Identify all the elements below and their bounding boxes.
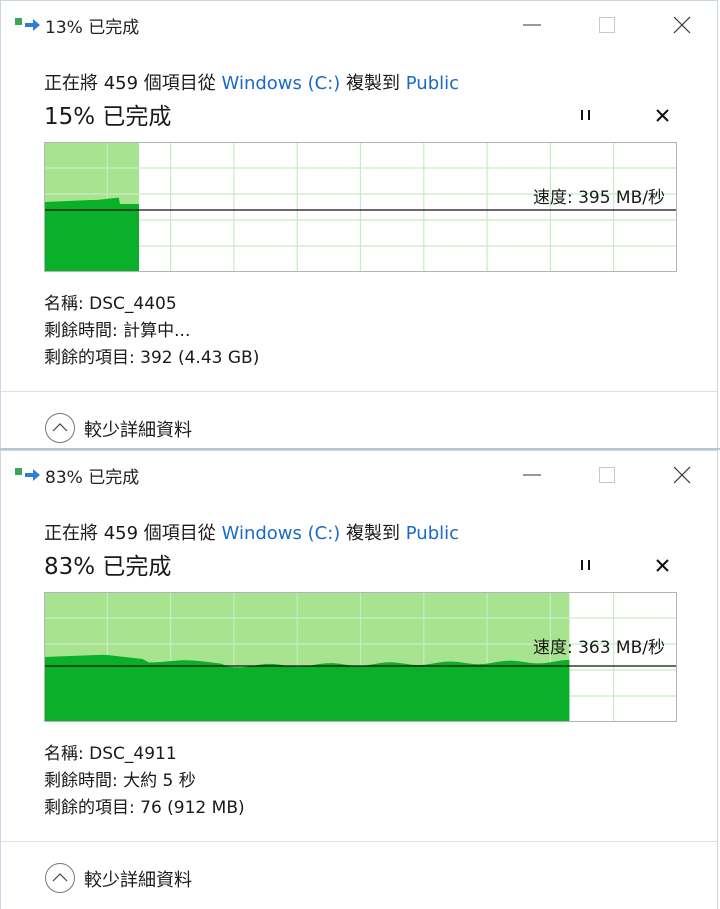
copy-dialog: 13% 已完成 正在將 459 個項目從 Windows (C:) 複製到 Pu… xyxy=(0,0,718,448)
window-title: 83% 已完成 xyxy=(45,468,140,488)
title-bar[interactable]: 13% 已完成 xyxy=(1,1,717,49)
file-name: 名稱: DSC_4405 xyxy=(44,294,177,314)
fewer-details-button[interactable]: 較少詳細資料 xyxy=(44,412,244,444)
title-bar[interactable]: 83% 已完成 xyxy=(1,451,717,499)
destination-link[interactable]: Public xyxy=(406,73,459,94)
speed-label: 速度: 395 MB/秒 xyxy=(532,188,665,208)
close-window-button[interactable] xyxy=(659,459,705,491)
time-remaining: 剩餘時間: 計算中... xyxy=(44,321,191,341)
copy-prefix: 正在將 459 個項目從 xyxy=(44,523,216,544)
copy-mid: 複製到 xyxy=(346,523,401,544)
minimize-icon xyxy=(523,474,541,476)
separator xyxy=(1,391,717,392)
speed-label: 速度: 363 MB/秒 xyxy=(532,638,665,658)
close-icon xyxy=(673,466,691,484)
time-remaining: 剩餘時間: 大約 5 秒 xyxy=(44,771,196,791)
fewer-details-button[interactable]: 較少詳細資料 xyxy=(44,862,244,894)
fewer-details-label: 較少詳細資料 xyxy=(84,870,192,891)
close-icon xyxy=(673,16,691,34)
copy-mid: 複製到 xyxy=(346,73,401,94)
separator xyxy=(1,841,717,842)
cancel-button[interactable] xyxy=(649,551,677,579)
minimize-button[interactable] xyxy=(509,459,555,491)
maximize-icon xyxy=(599,17,615,33)
copy-description: 正在將 459 個項目從 Windows (C:) 複製到 Public xyxy=(44,69,459,95)
percent-complete: 15% 已完成 xyxy=(44,104,172,130)
percent-complete: 83% 已完成 xyxy=(44,554,172,580)
chevron-up-icon xyxy=(45,863,75,893)
close-window-button[interactable] xyxy=(659,9,705,41)
items-remaining: 剩餘的項目: 76 (912 MB) xyxy=(44,798,245,818)
copy-progress-icon xyxy=(15,18,40,31)
cancel-button[interactable] xyxy=(649,101,677,129)
file-name: 名稱: DSC_4911 xyxy=(44,744,177,764)
source-link[interactable]: Windows (C:) xyxy=(222,73,341,94)
copy-progress-icon xyxy=(15,468,40,481)
chevron-up-icon xyxy=(45,413,75,443)
copy-description: 正在將 459 個項目從 Windows (C:) 複製到 Public xyxy=(44,519,459,545)
copy-dialog: 83% 已完成 正在將 459 個項目從 Windows (C:) 複製到 Pu… xyxy=(0,450,718,909)
window-title: 13% 已完成 xyxy=(45,18,140,38)
maximize-button[interactable] xyxy=(584,459,630,491)
cancel-icon xyxy=(656,559,669,572)
maximize-icon xyxy=(599,467,615,483)
fewer-details-label: 較少詳細資料 xyxy=(84,420,192,441)
cancel-icon xyxy=(656,109,669,122)
destination-link[interactable]: Public xyxy=(406,523,459,544)
pause-button[interactable] xyxy=(571,551,601,579)
source-link[interactable]: Windows (C:) xyxy=(222,523,341,544)
items-remaining: 剩餘的項目: 392 (4.43 GB) xyxy=(44,348,260,368)
maximize-button[interactable] xyxy=(584,9,630,41)
pause-icon xyxy=(581,110,590,120)
minimize-button[interactable] xyxy=(509,9,555,41)
copy-prefix: 正在將 459 個項目從 xyxy=(44,73,216,94)
throughput-area xyxy=(44,197,139,272)
pause-icon xyxy=(581,560,590,570)
pause-button[interactable] xyxy=(571,101,601,129)
minimize-icon xyxy=(523,24,541,26)
